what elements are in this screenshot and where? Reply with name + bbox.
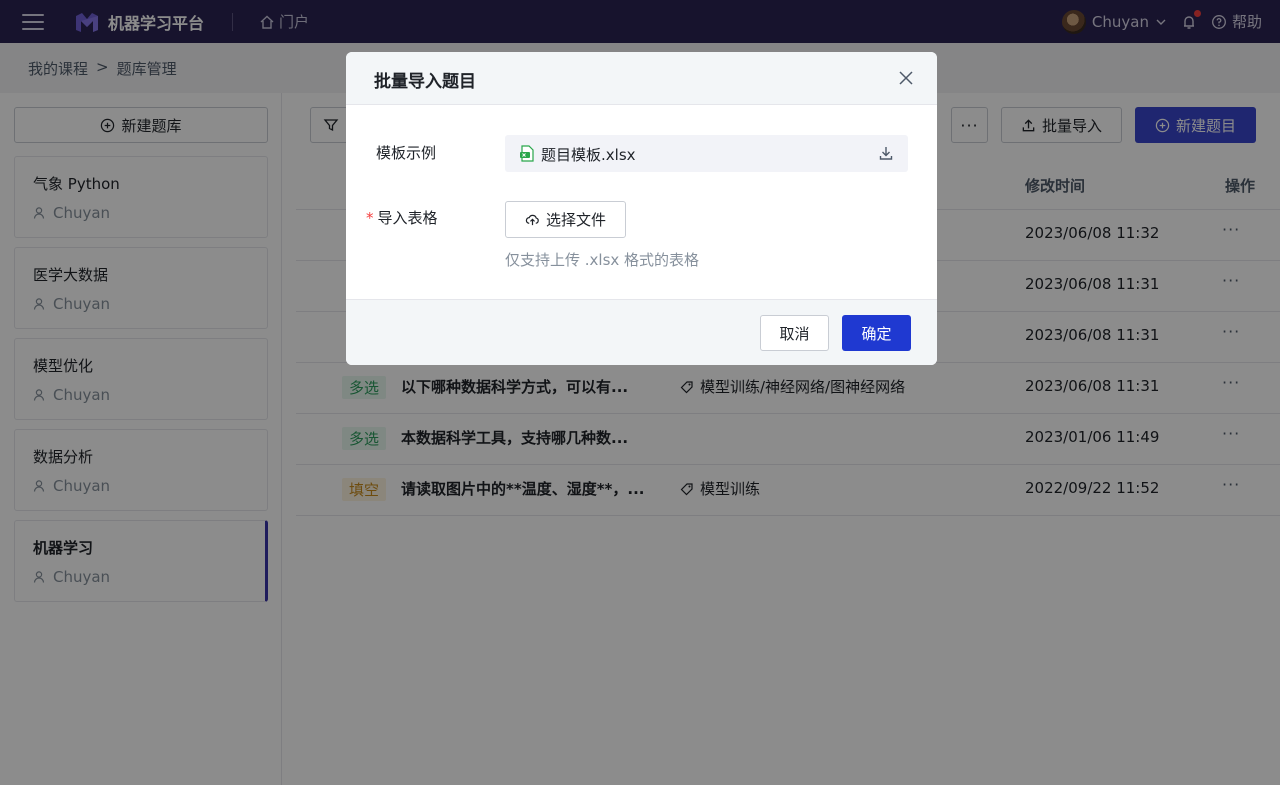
excel-file-icon	[520, 145, 534, 162]
template-file-name: 题目模板.xlsx	[541, 146, 636, 164]
dialog-footer: 取消 确定	[346, 299, 937, 365]
import-label-text: 导入表格	[377, 209, 438, 227]
confirm-button[interactable]: 确定	[842, 315, 911, 351]
dialog-header: 批量导入题目	[346, 52, 937, 105]
batch-import-dialog: 批量导入题目 模板示例 题目模板.xlsx * 导入表格 选择文件 仅支持上传 .…	[346, 52, 937, 365]
required-mark: *	[366, 209, 374, 227]
choose-file-button[interactable]: 选择文件	[505, 201, 626, 238]
cancel-button[interactable]: 取消	[760, 315, 829, 351]
dialog-title: 批量导入题目	[374, 72, 476, 92]
import-label: * 导入表格	[366, 207, 438, 228]
download-icon[interactable]	[878, 145, 894, 161]
upload-hint: 仅支持上传 .xlsx 格式的表格	[505, 251, 700, 269]
close-icon[interactable]	[897, 69, 915, 87]
template-label: 模板示例	[376, 144, 437, 162]
choose-file-label: 选择文件	[545, 211, 606, 229]
cloud-upload-icon	[525, 214, 539, 226]
template-file[interactable]: 题目模板.xlsx	[505, 135, 908, 172]
